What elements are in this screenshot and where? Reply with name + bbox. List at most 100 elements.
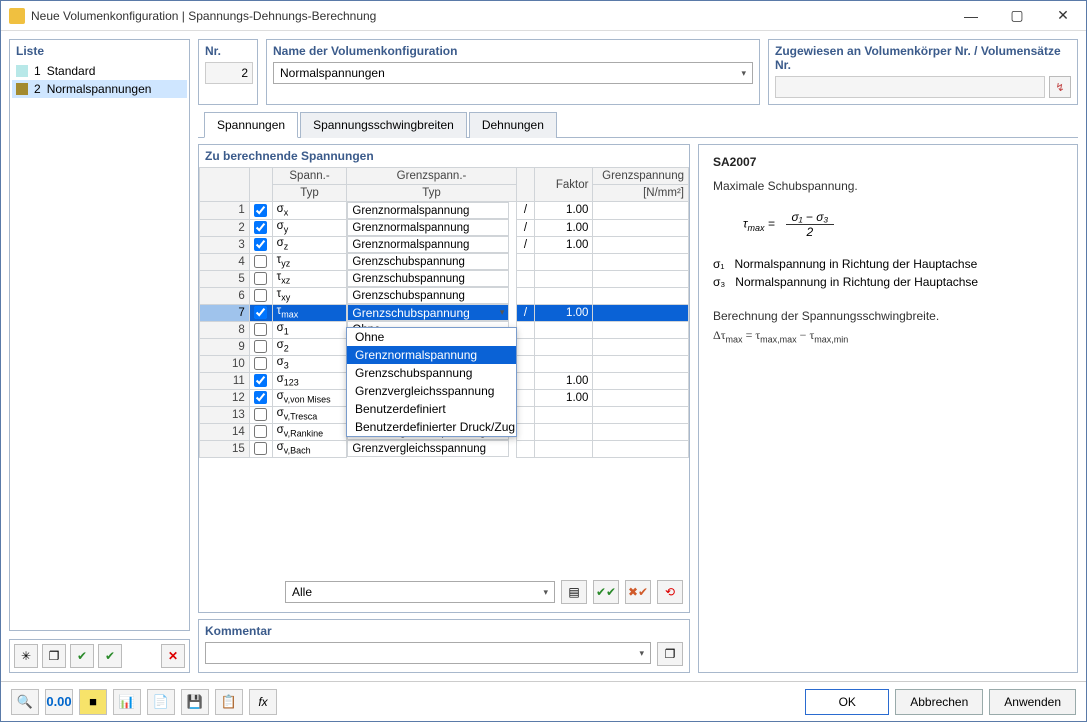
limit-value-cell[interactable] xyxy=(593,372,689,389)
row-checkbox[interactable] xyxy=(254,306,267,319)
row-checkbox[interactable] xyxy=(254,289,267,302)
uncheck-all-button[interactable]: ✖✔ xyxy=(625,580,651,604)
tab-spannungen[interactable]: Spannungen xyxy=(204,112,298,138)
help-button[interactable]: 🔍 xyxy=(11,689,39,715)
limit-value-cell[interactable] xyxy=(593,355,689,372)
factor-cell[interactable] xyxy=(535,270,593,287)
table-row[interactable]: 7 τmax Grenzschubspannung▾ / 1.00 xyxy=(200,304,689,321)
limit-value-cell[interactable] xyxy=(593,219,689,236)
limit-value-cell[interactable] xyxy=(593,202,689,220)
delete-config-button[interactable]: ✕ xyxy=(161,644,185,668)
dropdown-item[interactable]: Benutzerdefinierter Druck/Zug xyxy=(347,418,516,436)
limit-type-cell[interactable]: Grenzschubspannung xyxy=(347,287,509,304)
limit-type-cell[interactable]: Grenzschubspannung xyxy=(347,270,509,287)
dropdown-item[interactable]: Grenzvergleichsspannung xyxy=(347,382,516,400)
row-checkbox[interactable] xyxy=(254,391,267,404)
limit-value-cell[interactable] xyxy=(593,338,689,355)
limit-type-dropdown[interactable]: OhneGrenznormalspannungGrenzschubspannun… xyxy=(346,327,517,437)
config-list-item[interactable]: 1 Standard xyxy=(12,62,187,80)
factor-cell[interactable] xyxy=(535,321,593,338)
row-checkbox[interactable] xyxy=(254,204,267,217)
factor-cell[interactable] xyxy=(535,440,593,457)
new-config-button[interactable]: ✳ xyxy=(14,644,38,668)
limit-value-cell[interactable] xyxy=(593,253,689,270)
stress-type-cell[interactable]: σy xyxy=(272,219,347,236)
comment-input[interactable]: ▾ xyxy=(205,642,651,664)
assigned-input[interactable] xyxy=(775,76,1045,98)
stress-type-cell[interactable]: τxz xyxy=(272,270,347,287)
graph-button[interactable]: 📊 xyxy=(113,689,141,715)
nr-input[interactable] xyxy=(205,62,253,84)
limit-type-cell[interactable]: Grenzschubspannung▾ xyxy=(347,304,509,321)
check-all-button[interactable]: ✔✔ xyxy=(593,580,619,604)
limit-type-cell[interactable]: Grenznormalspannung xyxy=(347,202,509,219)
stress-type-cell[interactable]: σ1 xyxy=(272,321,347,338)
limit-value-cell[interactable] xyxy=(593,406,689,423)
table-row[interactable]: 5 τxz Grenzschubspannung xyxy=(200,270,689,287)
row-checkbox[interactable] xyxy=(254,408,267,421)
limit-value-cell[interactable] xyxy=(593,270,689,287)
stress-type-cell[interactable]: σx xyxy=(272,202,347,220)
row-checkbox[interactable] xyxy=(254,374,267,387)
row-checkbox[interactable] xyxy=(254,357,267,370)
stress-type-cell[interactable]: σv,von Mises xyxy=(272,389,347,406)
cancel-button[interactable]: Abbrechen xyxy=(895,689,983,715)
factor-cell[interactable] xyxy=(535,253,593,270)
dropdown-item[interactable]: Grenzschubspannung xyxy=(347,364,516,382)
stress-type-cell[interactable]: σ3 xyxy=(272,355,347,372)
limit-type-cell[interactable]: Grenzvergleichsspannung xyxy=(347,440,509,457)
minimize-button[interactable]: — xyxy=(948,1,994,31)
stress-type-cell[interactable]: σv,Rankine xyxy=(272,423,347,440)
columns-button[interactable]: ▤ xyxy=(561,580,587,604)
tab-spannungsschwingbreiten[interactable]: Spannungsschwingbreiten xyxy=(300,112,467,138)
ok-button[interactable]: OK xyxy=(805,689,889,715)
stress-type-cell[interactable]: τxy xyxy=(272,287,347,304)
apply-button[interactable]: Anwenden xyxy=(989,689,1076,715)
limit-value-cell[interactable] xyxy=(593,423,689,440)
stress-type-cell[interactable]: σz xyxy=(272,236,347,253)
comment-library-button[interactable]: ❐ xyxy=(657,642,683,666)
limit-value-cell[interactable] xyxy=(593,287,689,304)
factor-cell[interactable] xyxy=(535,406,593,423)
table-row[interactable]: 4 τyz Grenzschubspannung xyxy=(200,253,689,270)
stress-type-cell[interactable]: σ123 xyxy=(272,372,347,389)
table-row[interactable]: 1 σx Grenznormalspannung / 1.00 xyxy=(200,202,689,220)
copy-config-button[interactable]: ❐ xyxy=(42,644,66,668)
row-checkbox[interactable] xyxy=(254,340,267,353)
units-button[interactable]: 0.00 xyxy=(45,689,73,715)
factor-cell[interactable] xyxy=(535,287,593,304)
factor-cell[interactable]: 1.00 xyxy=(535,389,593,406)
table-row[interactable]: 15 σv,Bach Grenzvergleichsspannung xyxy=(200,440,689,457)
factor-cell[interactable]: 1.00 xyxy=(535,304,593,321)
row-checkbox[interactable] xyxy=(254,221,267,234)
tab-dehnungen[interactable]: Dehnungen xyxy=(469,112,557,138)
name-select[interactable]: Normalspannungen ▾ xyxy=(273,62,753,84)
stress-type-cell[interactable]: σ2 xyxy=(272,338,347,355)
limit-value-cell[interactable] xyxy=(593,389,689,406)
factor-cell[interactable]: 1.00 xyxy=(535,202,593,220)
limit-type-cell[interactable]: Grenznormalspannung xyxy=(347,219,509,236)
table-row[interactable]: 6 τxy Grenzschubspannung xyxy=(200,287,689,304)
limit-value-cell[interactable] xyxy=(593,440,689,457)
highlight-button[interactable]: ■ xyxy=(79,689,107,715)
row-checkbox[interactable] xyxy=(254,442,267,455)
save-button[interactable]: 💾 xyxy=(181,689,209,715)
limit-value-cell[interactable] xyxy=(593,236,689,253)
close-button[interactable]: ✕ xyxy=(1040,1,1086,31)
factor-cell[interactable]: 1.00 xyxy=(535,372,593,389)
pick-solids-button[interactable]: ↯ xyxy=(1049,76,1071,98)
factor-cell[interactable] xyxy=(535,338,593,355)
stress-type-cell[interactable]: σv,Bach xyxy=(272,440,347,457)
dropdown-item[interactable]: Benutzerdefiniert xyxy=(347,400,516,418)
dropdown-item[interactable]: Ohne xyxy=(347,328,516,346)
limit-type-cell[interactable]: Grenzschubspannung xyxy=(347,253,509,270)
config-list-item[interactable]: 2 Normalspannungen xyxy=(12,80,187,98)
stress-type-cell[interactable]: σv,Tresca xyxy=(272,406,347,423)
check-down-button[interactable]: ✔ xyxy=(98,644,122,668)
limit-value-cell[interactable] xyxy=(593,304,689,321)
row-checkbox[interactable] xyxy=(254,323,267,336)
stress-type-cell[interactable]: τmax xyxy=(272,304,347,321)
limit-value-cell[interactable] xyxy=(593,321,689,338)
row-checkbox[interactable] xyxy=(254,238,267,251)
factor-cell[interactable]: 1.00 xyxy=(535,236,593,253)
